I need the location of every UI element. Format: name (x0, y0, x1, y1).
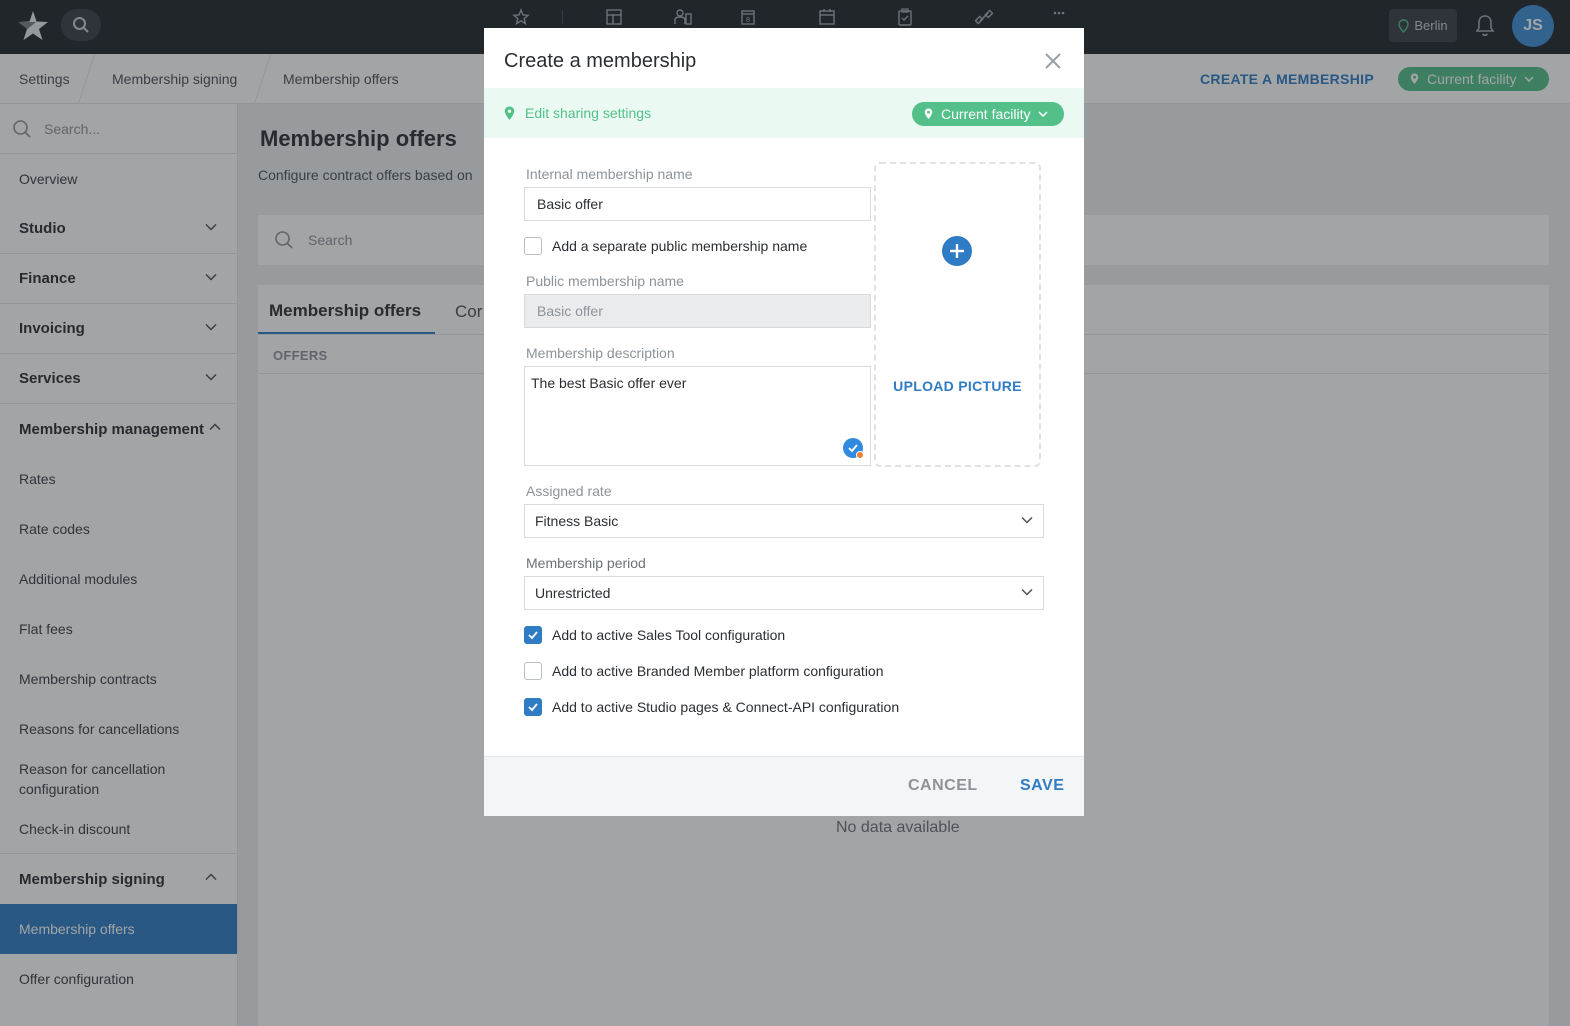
assigned-rate-value: Fitness Basic (535, 513, 619, 529)
sales-tool-label: Add to active Sales Tool configuration (552, 627, 786, 643)
cancel-button[interactable]: CANCEL (908, 777, 978, 795)
sales-tool-checkbox[interactable] (524, 626, 542, 644)
assigned-rate-label: Assigned rate (526, 483, 612, 499)
description-textarea[interactable]: The best Basic offer ever (524, 366, 871, 466)
public-name-label: Public membership name (526, 273, 684, 289)
check-icon (528, 703, 538, 712)
grammar-alert-dot (856, 451, 864, 459)
membership-period-value: Unrestricted (535, 585, 611, 601)
separate-public-name-checkbox[interactable] (524, 237, 542, 255)
save-button[interactable]: SAVE (1020, 777, 1064, 795)
modal-footer: CANCEL SAVE (484, 756, 1084, 816)
upload-picture-label[interactable]: UPLOAD PICTURE (876, 378, 1039, 394)
create-membership-modal: Create a membership Edit sharing setting… (484, 28, 1084, 816)
plus-icon[interactable] (942, 236, 972, 266)
separate-public-name-label: Add a separate public membership name (552, 238, 808, 254)
edit-sharing-settings-label: Edit sharing settings (525, 105, 652, 121)
close-icon[interactable] (1042, 50, 1064, 72)
membership-period-label: Membership period (526, 555, 646, 571)
internal-name-label: Internal membership name (526, 166, 693, 182)
studio-pages-label: Add to active Studio pages & Connect-API… (552, 699, 900, 715)
assigned-rate-select[interactable]: Fitness Basic (524, 504, 1044, 538)
check-icon (528, 631, 538, 640)
membership-period-select[interactable]: Unrestricted (524, 576, 1044, 610)
branded-member-label: Add to active Branded Member platform co… (552, 663, 884, 679)
studio-pages-checkbox[interactable] (524, 698, 542, 716)
edit-sharing-settings-link[interactable]: Edit sharing settings (504, 105, 651, 121)
sharing-facility-label: Current facility (941, 106, 1031, 122)
chevron-down-icon (1038, 111, 1048, 117)
location-pin-icon (504, 106, 515, 120)
description-label: Membership description (526, 345, 675, 361)
upload-picture-dropzone[interactable]: UPLOAD PICTURE (874, 162, 1041, 467)
chevron-down-icon (1021, 516, 1033, 524)
sharing-facility-selector[interactable]: Current facility (912, 102, 1064, 126)
sharing-bar: Edit sharing settings Current facility (484, 88, 1084, 138)
modal-title: Create a membership (504, 50, 697, 72)
branded-member-checkbox[interactable] (524, 662, 542, 680)
location-pin-icon (924, 108, 933, 119)
internal-name-input[interactable]: Basic offer (524, 187, 871, 221)
public-name-input: Basic offer (524, 294, 871, 328)
chevron-down-icon (1021, 588, 1033, 596)
